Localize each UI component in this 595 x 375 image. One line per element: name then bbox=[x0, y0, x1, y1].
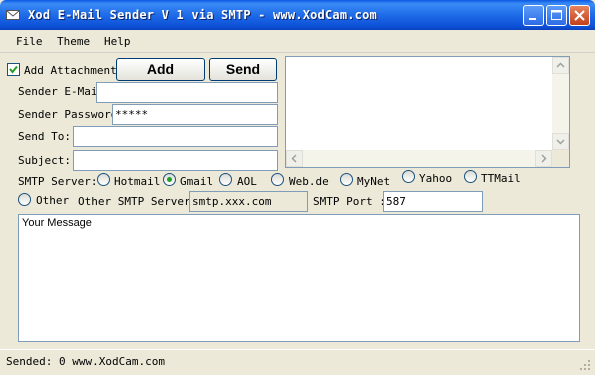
envelope-icon bbox=[6, 10, 20, 20]
radio-gmail[interactable] bbox=[163, 173, 176, 186]
radio-ttmail-label[interactable]: TTMail bbox=[481, 172, 521, 185]
title-bar[interactable]: Xod E-Mail Sender V 1 via SMTP - www.Xod… bbox=[0, 0, 595, 30]
radio-aol[interactable] bbox=[219, 173, 232, 186]
horizontal-scrollbar[interactable] bbox=[286, 150, 552, 167]
other-smtp-server-field[interactable]: smtp.xxx.com bbox=[189, 191, 308, 212]
other-smtp-server-label: Other SMTP Server bbox=[78, 195, 191, 208]
sender-password-field[interactable]: ***** bbox=[112, 104, 278, 125]
app-window: Xod E-Mail Sender V 1 via SMTP - www.Xod… bbox=[0, 0, 595, 375]
radio-gmail-label[interactable]: Gmail bbox=[180, 175, 213, 188]
checkmark-icon bbox=[9, 65, 18, 74]
chevron-right-icon bbox=[541, 154, 547, 163]
menu-bar: File Theme Help bbox=[0, 30, 595, 53]
maximize-button[interactable] bbox=[546, 5, 567, 26]
scroll-down-button[interactable] bbox=[552, 133, 569, 150]
radio-other[interactable] bbox=[18, 193, 31, 206]
subject-field[interactable] bbox=[73, 150, 278, 171]
radio-hotmail-label[interactable]: Hotmail bbox=[114, 175, 160, 188]
menu-theme[interactable]: Theme bbox=[57, 35, 90, 48]
radio-mynet[interactable] bbox=[340, 173, 353, 186]
scroll-right-button[interactable] bbox=[535, 150, 552, 167]
radio-webde[interactable] bbox=[271, 173, 284, 186]
maximize-icon bbox=[551, 10, 562, 20]
scroll-left-button[interactable] bbox=[286, 150, 303, 167]
chevron-up-icon bbox=[556, 62, 565, 68]
smtp-server-label: SMTP Server: bbox=[18, 175, 98, 188]
window-title: Xod E-Mail Sender V 1 via SMTP - www.Xod… bbox=[28, 8, 377, 22]
send-button[interactable]: Send bbox=[209, 58, 277, 81]
sender-password-label: Sender Password: bbox=[18, 108, 124, 121]
status-bar: Sended: 0 www.XodCam.com bbox=[0, 349, 595, 375]
send-to-label: Send To: bbox=[18, 130, 71, 143]
radio-other-label[interactable]: Other bbox=[36, 194, 69, 207]
sender-email-label: Sender E-Mail bbox=[18, 85, 105, 98]
radio-yahoo-label[interactable]: Yahoo bbox=[419, 172, 452, 185]
radio-yahoo[interactable] bbox=[402, 170, 415, 183]
radio-webde-label[interactable]: Web.de bbox=[289, 175, 329, 188]
subject-label: Subject: bbox=[18, 154, 71, 167]
chevron-left-icon bbox=[291, 154, 297, 163]
vertical-scrollbar[interactable] bbox=[552, 57, 569, 150]
radio-ttmail[interactable] bbox=[464, 170, 477, 183]
smtp-port-field[interactable]: 587 bbox=[383, 191, 483, 212]
close-icon bbox=[574, 10, 585, 21]
menu-file[interactable]: File bbox=[16, 35, 43, 48]
scroll-up-button[interactable] bbox=[552, 57, 569, 74]
sender-email-field[interactable] bbox=[96, 82, 278, 103]
radio-hotmail[interactable] bbox=[97, 173, 110, 186]
scroll-corner bbox=[552, 150, 569, 167]
menu-help[interactable]: Help bbox=[104, 35, 131, 48]
add-attachment-checkbox[interactable] bbox=[7, 63, 20, 76]
status-text: Sended: 0 www.XodCam.com bbox=[6, 355, 165, 368]
send-to-field[interactable] bbox=[73, 126, 278, 147]
minimize-icon bbox=[529, 18, 536, 20]
radio-aol-label[interactable]: AOL bbox=[237, 175, 257, 188]
message-textarea[interactable]: Your Message bbox=[18, 214, 580, 342]
resize-grip-icon[interactable] bbox=[579, 359, 591, 371]
smtp-port-label: SMTP Port : bbox=[313, 195, 386, 208]
chevron-down-icon bbox=[556, 139, 565, 145]
radio-mynet-label[interactable]: MyNet bbox=[357, 175, 390, 188]
attachment-list[interactable] bbox=[285, 56, 570, 168]
minimize-button[interactable] bbox=[523, 5, 544, 26]
add-button[interactable]: Add bbox=[116, 58, 205, 81]
add-attachment-label[interactable]: Add Attachment bbox=[24, 64, 117, 77]
close-button[interactable] bbox=[569, 5, 590, 26]
